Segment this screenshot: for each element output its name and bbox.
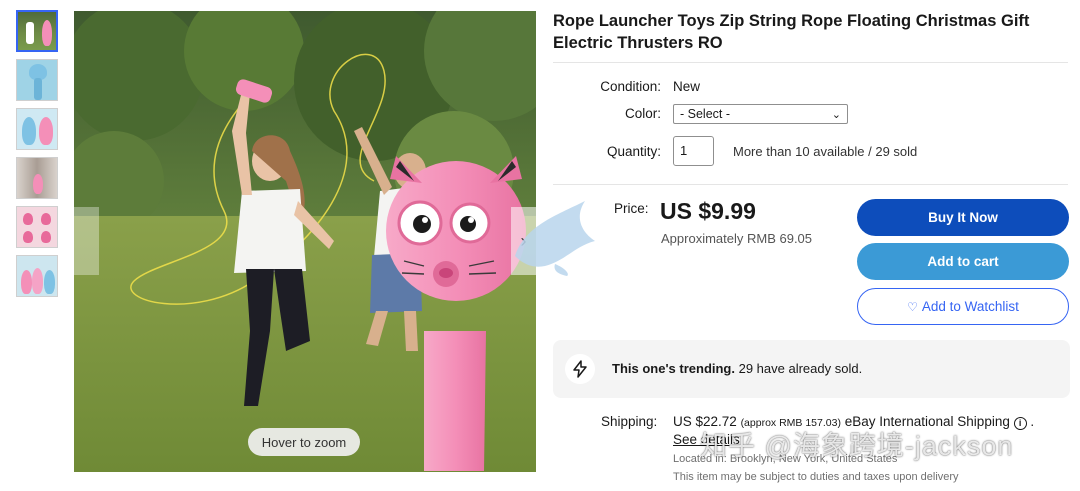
availability-text: More than 10 available / 29 sold [733,144,918,159]
trending-text: This one's trending. 29 have already sol… [612,361,862,376]
trending-banner: This one's trending. 29 have already sol… [553,340,1070,398]
watermark-text: 知乎 @海象跨境-jackson [700,431,1014,461]
duties-note: This item may be subject to duties and t… [673,471,959,483]
lightning-icon [565,354,595,384]
price-label: Price: [614,201,649,216]
add-to-cart-button[interactable]: Add to cart [857,243,1069,280]
color-label: Color: [624,106,661,121]
thumbnail-4[interactable] [16,157,58,199]
thumbnail-1[interactable] [16,10,58,52]
add-to-watchlist-button[interactable]: ♡ Add to Watchlist [857,288,1069,325]
hover-to-zoom-hint: Hover to zoom [248,428,360,456]
buy-it-now-button[interactable]: Buy It Now [857,199,1069,236]
listing-title: Rope Launcher Toys Zip String Rope Float… [553,12,1030,52]
quantity-input[interactable]: 1 [673,136,714,166]
condition-value: New [673,79,701,94]
watchlist-label: Add to Watchlist [921,299,1019,314]
trending-headline: This one's trending. [612,361,735,376]
thumbnail-5[interactable] [16,206,58,248]
shipping-label: Shipping: [601,414,658,429]
condition-label: Condition: [600,79,661,94]
product-photo [74,11,536,472]
chevron-down-icon: ⌄ [831,109,841,121]
info-icon[interactable]: i [1013,417,1027,430]
prev-image-area[interactable] [74,207,99,275]
thumbnail-3[interactable] [16,108,58,150]
watermark-logo [515,201,595,276]
divider [553,184,1068,185]
color-select-value: - Select - [680,107,731,121]
color-select[interactable]: - Select - ⌄ [673,104,848,124]
heart-icon: ♡ [907,299,918,314]
thumbnail-strip [16,10,60,304]
thumbnail-6[interactable] [16,255,58,297]
trending-detail: 29 have already sold. [735,361,863,376]
thumbnail-2[interactable] [16,59,58,101]
price-value: US $9.99 [660,198,756,224]
divider [553,62,1068,63]
main-product-image[interactable] [74,11,536,472]
quantity-label: Quantity: [606,144,661,159]
price-approx: Approximately RMB 69.05 [661,231,813,246]
